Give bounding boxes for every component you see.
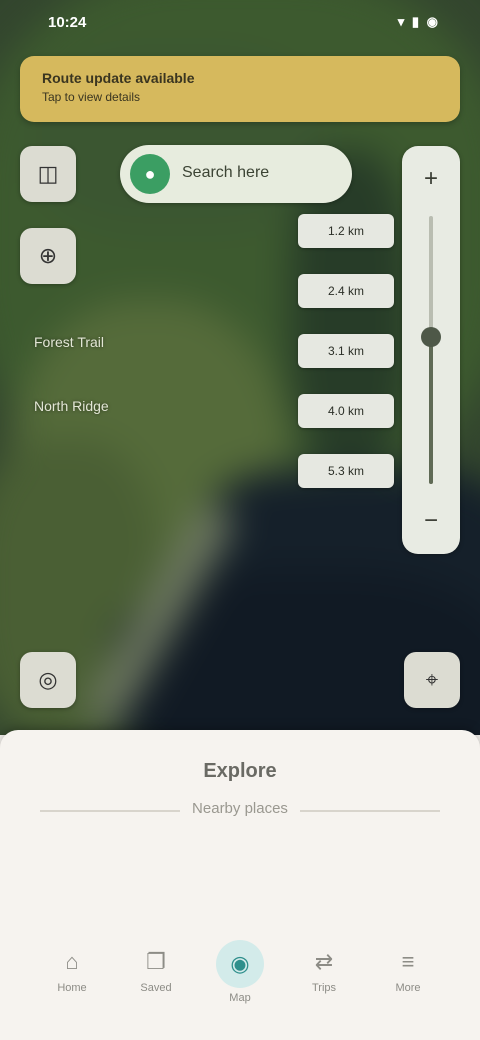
location-pin-icon: ● <box>130 154 170 194</box>
layers-button[interactable]: ◫ <box>20 146 76 202</box>
route-step[interactable]: 1.2 km <box>298 214 394 248</box>
home-icon: ⌂ <box>65 949 79 974</box>
route-step[interactable]: 3.1 km <box>298 334 394 368</box>
nav-item-home[interactable]: ⌂ Home <box>40 940 104 1010</box>
route-step-list: 1.2 km 2.4 km 3.1 km 4.0 km 5.3 km <box>298 214 394 514</box>
bookmark-icon: ❐ <box>146 949 166 974</box>
status-icons: ▾ ▮ ◉ <box>397 14 440 29</box>
map-icon: ◉ <box>216 940 264 988</box>
zoom-slider-thumb[interactable] <box>421 326 441 347</box>
route-step[interactable]: 5.3 km <box>298 454 394 488</box>
menu-icon: ≡ <box>401 949 415 974</box>
zoom-in-button[interactable]: + <box>402 154 460 204</box>
zoom-out-button[interactable]: − <box>402 496 460 546</box>
search-bar[interactable]: ● Search here <box>120 145 352 203</box>
nav-item-map[interactable]: ◉ Map <box>208 940 272 1010</box>
nav-item-more[interactable]: ≡ More <box>376 940 440 1010</box>
divider <box>300 810 440 812</box>
banner-title: Route update available <box>42 70 195 86</box>
bottom-navigation: ⌂ Home ❐ Saved ◉ Map ⇄ Trips ≡ More <box>40 940 440 1010</box>
zoom-slider[interactable] <box>421 216 441 484</box>
nav-label: More <box>395 982 421 994</box>
layers-icon: ◫ <box>37 161 59 186</box>
nav-label: Map <box>229 992 251 1004</box>
sheet-subtitle: Nearby places <box>192 800 288 817</box>
route-step[interactable]: 2.4 km <box>298 274 394 308</box>
app-screen: Forest Trail North Ridge 10:24 ▾ ▮ ◉ Rou… <box>0 0 480 1040</box>
banner-subtitle: Tap to view details <box>42 90 141 104</box>
search-text: Search here <box>182 164 270 181</box>
my-location-button[interactable]: ⌖ <box>404 652 460 708</box>
nav-label: Home <box>57 982 87 994</box>
zoom-control: + − <box>402 146 460 554</box>
status-bar: 10:24 ▾ ▮ ◉ <box>0 0 480 44</box>
compass-button[interactable]: ⊕ <box>20 228 76 284</box>
nav-label: Saved <box>140 982 172 994</box>
sheet-title: Explore <box>203 760 277 782</box>
compass-icon: ⊕ <box>38 243 58 268</box>
recenter-button[interactable]: ◎ <box>20 652 76 708</box>
recenter-icon: ◎ <box>38 667 58 692</box>
zoom-slider-fill <box>429 336 433 484</box>
status-time: 10:24 <box>48 14 87 31</box>
nav-item-saved[interactable]: ❐ Saved <box>124 940 188 1010</box>
map-label: North Ridge <box>34 398 109 414</box>
nav-item-trips[interactable]: ⇄ Trips <box>292 940 356 1010</box>
route-icon: ⇄ <box>314 949 334 974</box>
map-label: Forest Trail <box>34 334 105 350</box>
route-update-banner[interactable]: Route update available Tap to view detai… <box>20 56 460 122</box>
route-step[interactable]: 4.0 km <box>298 394 394 428</box>
my-location-icon: ⌖ <box>425 667 439 692</box>
nav-label: Trips <box>311 982 337 994</box>
